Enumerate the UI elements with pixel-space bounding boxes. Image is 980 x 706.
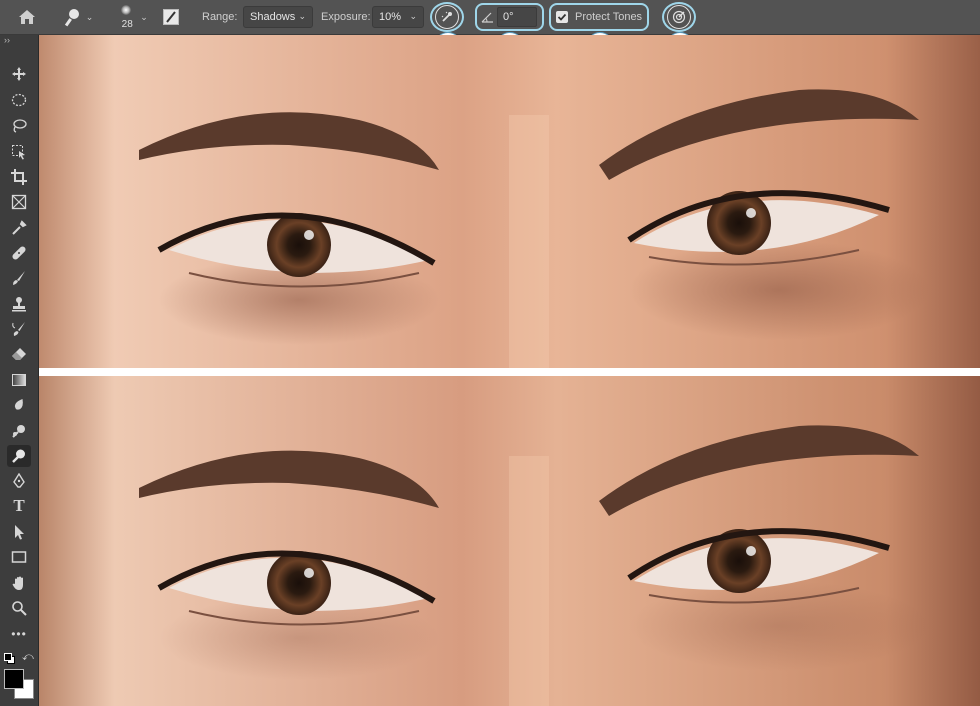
brush-preset-picker[interactable]: 28 ⌄: [108, 2, 154, 32]
checkmark-icon: [557, 13, 567, 21]
burn-tool-icon: [64, 9, 79, 27]
chevron-down-icon: ⌄: [409, 11, 417, 21]
pressure-size-icon: [672, 10, 686, 24]
path-selection-icon[interactable]: [7, 521, 31, 543]
swap-colors-icon[interactable]: ⤺: [22, 651, 34, 664]
angle-icon: [481, 12, 493, 23]
type-glyph: T: [13, 496, 25, 515]
burn-icon[interactable]: [7, 445, 31, 467]
lasso-icon[interactable]: [7, 115, 31, 137]
protect-tones-checkbox[interactable]: [556, 11, 568, 23]
blur-icon[interactable]: [7, 394, 31, 416]
history-brush-icon[interactable]: [7, 318, 31, 340]
chevron-down-icon: ⌄: [140, 11, 148, 22]
eyedropper-icon[interactable]: [7, 217, 31, 239]
protect-tones-label[interactable]: Protect Tones: [575, 11, 642, 23]
canvas-before[interactable]: [39, 35, 980, 368]
tools-panel: ›› T ••• ⤺: [0, 35, 39, 706]
exposure-value: 10%: [379, 11, 402, 23]
chevron-down-icon: ⌄: [298, 11, 306, 21]
dodge-icon[interactable]: [7, 420, 31, 442]
crop-icon[interactable]: [7, 166, 31, 188]
options-bar: ⌄ 28 ⌄ Range: Shadows ⌄ Exposure: 10% ⌄ …: [0, 0, 980, 35]
brush-tip-preview: [121, 5, 132, 15]
airbrush-icon: [441, 11, 452, 22]
exposure-field[interactable]: 10% ⌄: [372, 6, 424, 28]
airbrush-toggle[interactable]: [435, 5, 459, 29]
frame-icon[interactable]: [7, 191, 31, 213]
foreground-color-swatch[interactable]: [4, 669, 24, 689]
type-icon[interactable]: T: [7, 495, 31, 517]
tool-preset-picker[interactable]: ⌄: [58, 6, 98, 28]
gradient-icon[interactable]: [7, 369, 31, 391]
brush-settings-icon[interactable]: [162, 8, 180, 26]
zoom-icon[interactable]: [7, 597, 31, 619]
before-after-divider: [39, 368, 980, 376]
exposure-label: Exposure:: [321, 11, 371, 23]
chevron-down-icon: ⌄: [85, 11, 94, 22]
brush-size-value: 28: [121, 19, 133, 30]
healing-brush-icon[interactable]: [7, 242, 31, 264]
eraser-icon[interactable]: [7, 343, 31, 365]
clone-stamp-icon[interactable]: [7, 293, 31, 315]
home-icon[interactable]: [16, 7, 38, 27]
range-dropdown[interactable]: Shadows ⌄: [243, 6, 313, 28]
range-label: Range:: [202, 11, 238, 23]
face-photo-before: [39, 35, 980, 368]
pen-icon[interactable]: [7, 470, 31, 492]
hand-icon[interactable]: [7, 572, 31, 594]
elliptical-marquee-icon[interactable]: [7, 89, 31, 111]
face-photo-after: [39, 376, 980, 706]
brush-icon[interactable]: [7, 267, 31, 289]
rectangle-icon[interactable]: [7, 546, 31, 568]
collapse-panel-icon[interactable]: ››: [4, 35, 10, 45]
canvas-after[interactable]: [39, 376, 980, 706]
default-colors-icon[interactable]: [4, 653, 15, 664]
pressure-size-toggle[interactable]: [667, 5, 691, 29]
object-selection-icon[interactable]: [7, 141, 31, 163]
move-icon[interactable]: [7, 63, 31, 85]
range-value: Shadows: [250, 11, 296, 23]
brush-angle-field[interactable]: 0°: [479, 7, 540, 27]
more-tools-icon[interactable]: •••: [7, 623, 31, 645]
angle-input[interactable]: 0°: [497, 7, 537, 27]
